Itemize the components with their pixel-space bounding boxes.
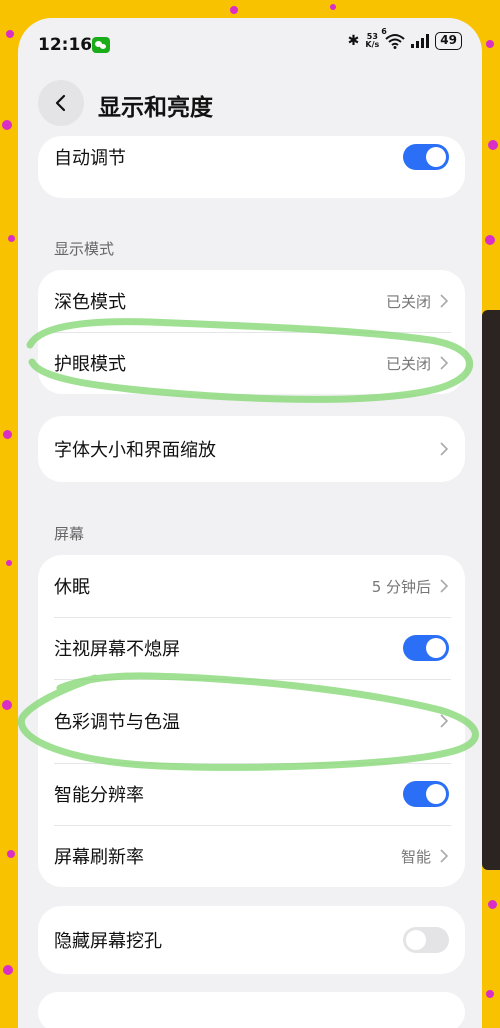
dark-mode-value: 已关闭 [385,292,431,311]
eye-care-row[interactable]: 护眼模式 已关闭 [38,332,465,394]
battery-indicator: 49 [435,32,462,50]
gaze-label: 注视屏幕不熄屏 [54,639,180,660]
status-bar: 12:16 ✱ 53 K/s 6 49 [18,18,482,70]
back-button[interactable] [38,80,84,126]
screen-card: 休眠 5 分钟后 注视屏幕不熄屏 色彩调节与色温 智能分辨率 屏幕刷新率 智能 [38,555,465,887]
display-mode-card: 深色模式 已关闭 护眼模式 已关闭 [38,270,465,394]
eye-care-label: 护眼模式 [54,354,126,375]
chevron-right-icon [440,849,449,863]
wifi-tag: 6 [381,27,387,36]
smart-resolution-label: 智能分辨率 [54,785,144,806]
smart-resolution-toggle[interactable] [403,781,449,807]
refresh-rate-label: 屏幕刷新率 [54,847,144,868]
background-photo-edge [482,310,500,870]
status-time: 12:16 [38,35,93,55]
phone-screen: 12:16 ✱ 53 K/s 6 49 显示和亮度 自动调节 显示模式 深色模式… [18,18,482,1028]
sleep-value: 5 分钟后 [371,577,431,596]
sleep-row[interactable]: 休眠 5 分钟后 [38,555,465,617]
page-header: 显示和亮度 [18,80,482,140]
chevron-left-icon [55,94,66,112]
eye-care-value: 已关闭 [385,354,431,373]
wifi-icon: 6 [381,27,405,49]
chevron-right-icon [440,579,449,593]
section-title-screen: 屏幕 [54,525,85,543]
smart-resolution-row[interactable]: 智能分辨率 [38,763,465,825]
signal-icon [411,34,430,48]
punch-hole-row[interactable]: 隐藏屏幕挖孔 [38,906,465,974]
refresh-rate-row[interactable]: 屏幕刷新率 智能 [38,825,465,887]
punch-hole-toggle[interactable] [403,927,449,953]
font-size-card: 字体大小和界面缩放 [38,416,465,482]
chevron-right-icon [440,714,449,728]
auto-adjust-label: 自动调节 [54,148,126,169]
auto-adjust-row[interactable]: 自动调节 [38,136,465,178]
chevron-right-icon [440,442,449,456]
color-row[interactable]: 色彩调节与色温 [38,679,465,763]
gaze-row[interactable]: 注视屏幕不熄屏 [38,617,465,679]
punch-hole-card: 隐藏屏幕挖孔 [38,906,465,974]
bluetooth-icon: ✱ [347,33,360,49]
auto-adjust-card: 自动调节 [38,136,465,198]
network-speed: 53 K/s [365,33,379,49]
font-size-row[interactable]: 字体大小和界面缩放 [38,416,465,482]
section-title-display-mode: 显示模式 [54,240,115,258]
color-label: 色彩调节与色温 [54,712,180,733]
font-size-label: 字体大小和界面缩放 [54,440,216,461]
wechat-icon [92,37,110,53]
punch-hole-label: 隐藏屏幕挖孔 [54,931,162,952]
gaze-toggle[interactable] [403,635,449,661]
sleep-label: 休眠 [54,577,90,598]
refresh-rate-value: 智能 [400,847,431,866]
page-title: 显示和亮度 [98,95,213,121]
dark-mode-row[interactable]: 深色模式 已关闭 [38,270,465,332]
chevron-right-icon [440,294,449,308]
next-card-partial [38,992,465,1028]
network-speed-unit: K/s [365,40,380,49]
chevron-right-icon [440,356,449,370]
auto-adjust-toggle[interactable] [403,144,449,170]
dark-mode-label: 深色模式 [54,292,126,313]
